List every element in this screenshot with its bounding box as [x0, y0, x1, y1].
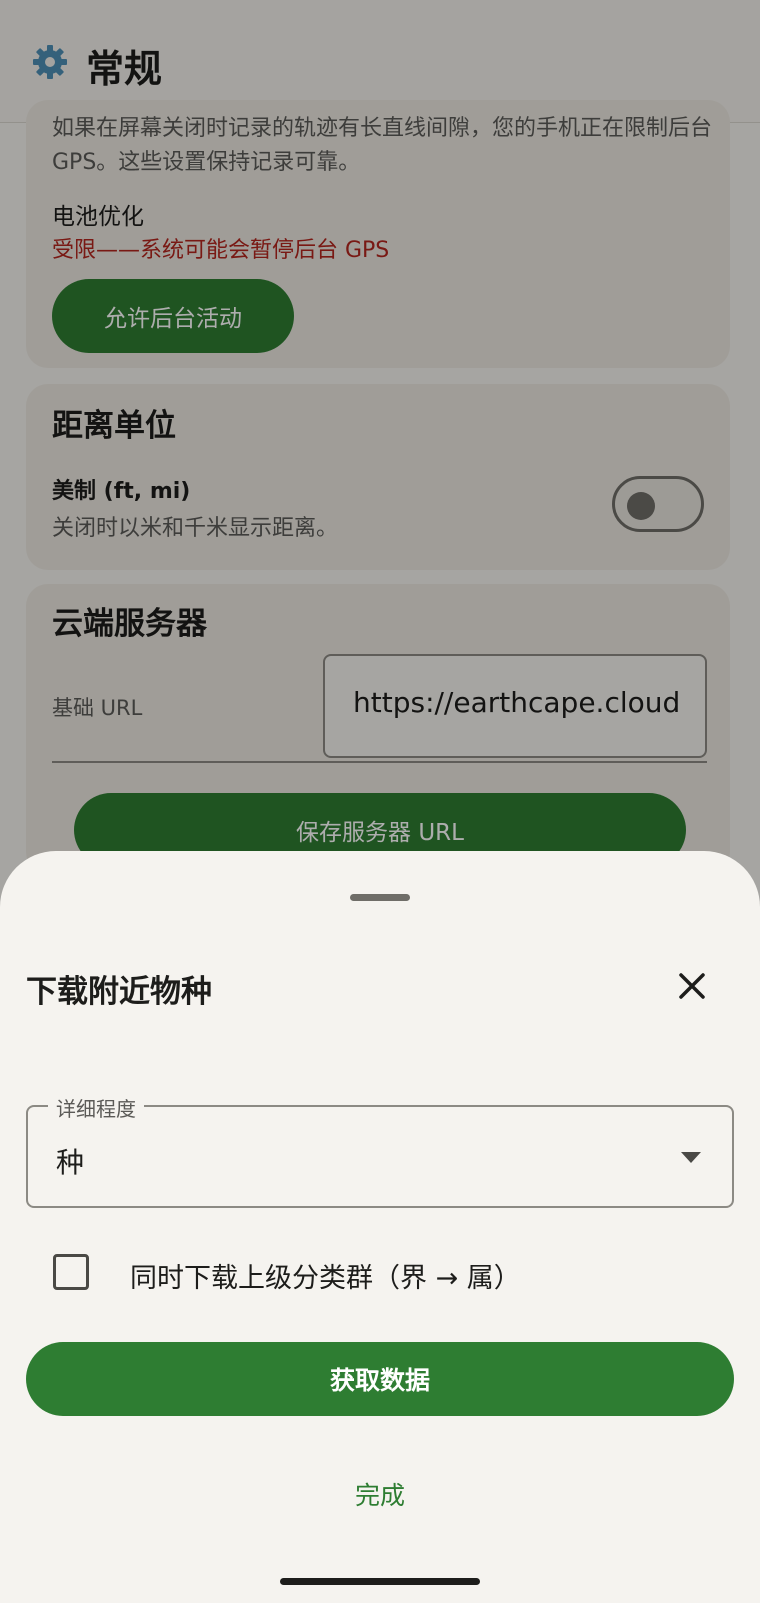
include-higher-taxa-checkbox[interactable] [53, 1254, 89, 1290]
close-icon[interactable] [670, 964, 714, 1008]
home-indicator[interactable] [280, 1578, 480, 1585]
detail-level-value: 种 [56, 1146, 85, 1179]
fetch-data-button[interactable]: 获取数据 [26, 1342, 734, 1416]
detail-level-label: 详细程度 [48, 1093, 144, 1122]
sheet-title: 下载附近物种 [26, 974, 212, 1010]
sheet-drag-handle[interactable] [350, 894, 410, 901]
done-button[interactable]: 完成 [300, 1466, 460, 1522]
dropdown-arrow-icon [681, 1152, 701, 1163]
include-higher-taxa-label[interactable]: 同时下载上级分类群（界 → 属） [130, 1256, 521, 1295]
settings-page: 常规 如果在屏幕关闭时记录的轨迹有长直线间隙，您的手机正在限制后台 GPS。这些… [0, 0, 760, 1603]
